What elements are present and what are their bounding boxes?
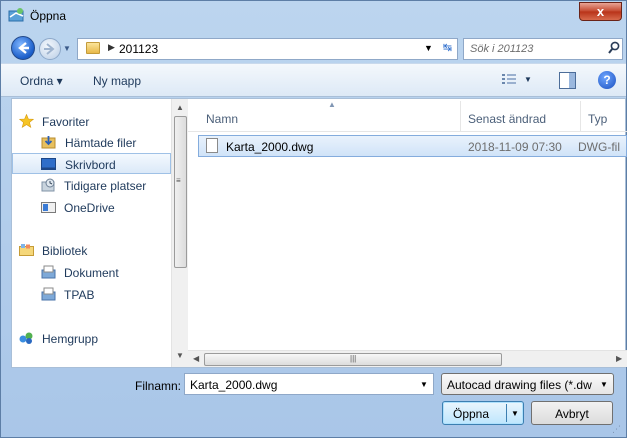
table-row[interactable]: Karta_2000.dwg 2018-11-09 07:30 DWG-fil	[198, 135, 627, 157]
back-arrow-icon	[18, 42, 29, 54]
column-header: ▲ Namn Senast ändrad Typ	[188, 99, 627, 132]
command-bar: Ordna ▾ Ny mapp ▼ ?	[1, 63, 626, 97]
open-label: Öppna	[453, 407, 490, 421]
sidebar-scrollbar[interactable]: ▲ ≡ ▼	[171, 99, 188, 367]
chevron-right-icon[interactable]: ▶	[108, 42, 115, 53]
documents-icon	[41, 265, 56, 279]
sidebar-item-tidigare-platser[interactable]: Tidigare platser	[12, 175, 171, 196]
column-divider[interactable]	[580, 101, 581, 131]
tpab-icon	[41, 287, 56, 301]
help-icon[interactable]: ?	[598, 71, 616, 89]
open-file-dialog: Öppna x ▼ ▶ 201123 ▼ ↹ Sök i 201123 Ordn…	[0, 0, 627, 438]
column-divider[interactable]	[460, 101, 461, 131]
address-path[interactable]: 201123	[119, 42, 158, 56]
scroll-right-icon[interactable]: ▶	[616, 354, 622, 363]
sidebar-item-hemgrupp[interactable]: Hemgrupp	[12, 328, 171, 349]
scroll-up-icon[interactable]: ▲	[176, 103, 184, 112]
scroll-left-icon[interactable]: ◀	[193, 354, 199, 363]
filename-value[interactable]: Karta_2000.dwg	[190, 378, 277, 392]
column-name[interactable]: Namn	[206, 112, 238, 126]
scrollbar-thumb[interactable]	[174, 116, 187, 268]
open-button[interactable]: Öppna ▼	[442, 401, 524, 425]
file-modified: 2018-11-09 07:30	[468, 140, 562, 154]
open-options-dropdown-icon[interactable]: ▼	[511, 409, 519, 418]
grip-icon: |||	[350, 354, 357, 363]
close-button[interactable]: x	[579, 2, 622, 21]
change-view-button[interactable]: ▼	[502, 72, 536, 90]
onedrive-icon	[41, 202, 56, 213]
app-icon	[8, 8, 24, 22]
address-bar[interactable]: ▶ 201123 ▼ ↹	[77, 38, 458, 60]
split-divider	[506, 404, 507, 422]
chevron-down-icon[interactable]: ▼	[600, 380, 608, 389]
refresh-icon[interactable]: ↹	[439, 41, 456, 57]
chevron-down-icon: ▼	[524, 75, 532, 84]
sidebar-item-skrivbord[interactable]: Skrivbord	[12, 153, 171, 174]
window-title: Öppna	[30, 9, 67, 23]
scroll-down-icon[interactable]: ▼	[176, 351, 184, 360]
folder-icon	[86, 42, 100, 54]
cancel-label: Avbryt	[555, 407, 589, 421]
search-input[interactable]: Sök i 201123	[470, 43, 533, 55]
back-button[interactable]	[11, 36, 35, 60]
recent-places-icon	[41, 178, 55, 192]
sidebar-item-favoriter[interactable]: Favoriter	[12, 111, 171, 132]
search-icon[interactable]	[608, 41, 621, 55]
column-type[interactable]: Typ	[588, 112, 607, 126]
sidebar-item-label: Favoriter	[42, 115, 90, 129]
resize-grip-icon[interactable]: ⋰	[612, 424, 621, 435]
title-bar: Öppna x	[1, 1, 626, 31]
homegroup-icon	[19, 332, 33, 344]
sidebar-item-onedrive[interactable]: OneDrive	[12, 197, 171, 218]
sidebar-item-label: Skrivbord	[65, 158, 116, 172]
forward-arrow-icon	[44, 43, 55, 55]
sidebar-item-label: OneDrive	[64, 201, 115, 215]
horizontal-scrollbar[interactable]: ◀ ||| ▶	[188, 350, 627, 367]
sidebar-item-tpab[interactable]: TPAB	[12, 284, 171, 305]
sidebar-item-label: Hemgrupp	[42, 332, 99, 346]
view-list-icon	[502, 74, 516, 84]
downloads-icon	[41, 136, 56, 149]
sidebar-item-bibliotek[interactable]: Bibliotek	[12, 240, 171, 261]
sidebar-item-hamtade-filer[interactable]: Hämtade filer	[12, 132, 171, 153]
library-icon	[19, 244, 34, 256]
file-list: ▲ Namn Senast ändrad Typ Karta_2000.dwg …	[188, 99, 627, 367]
preview-pane-button[interactable]	[559, 72, 576, 89]
column-modified[interactable]: Senast ändrad	[468, 112, 546, 126]
sidebar-item-label: Dokument	[64, 266, 119, 280]
cancel-button[interactable]: Avbryt	[531, 401, 613, 425]
navigation-bar: ▼ ▶ 201123 ▼ ↹ Sök i 201123	[1, 31, 626, 63]
sidebar-item-label: TPAB	[64, 288, 95, 302]
file-type-filter[interactable]: Autocad drawing files (*.dw ▼	[441, 373, 614, 395]
content-area: Favoriter Hämtade filer Skrivbord Tidiga…	[11, 98, 627, 368]
navigation-pane: Favoriter Hämtade filer Skrivbord Tidiga…	[12, 99, 188, 367]
star-icon	[19, 114, 34, 128]
forward-button[interactable]	[39, 38, 61, 60]
desktop-icon	[41, 158, 56, 170]
address-dropdown-icon[interactable]: ▼	[424, 43, 433, 53]
filename-field[interactable]: Karta_2000.dwg ▼	[184, 373, 434, 395]
organize-button[interactable]: Ordna ▾	[20, 74, 63, 88]
sidebar-item-label: Tidigare platser	[64, 179, 147, 193]
chevron-down-icon[interactable]: ▼	[420, 380, 428, 389]
scrollbar-thumb[interactable]: |||	[204, 353, 502, 366]
sidebar-item-label: Hämtade filer	[65, 136, 137, 150]
sidebar-item-dokument[interactable]: Dokument	[12, 262, 171, 283]
search-box[interactable]: Sök i 201123	[463, 38, 623, 60]
file-name[interactable]: Karta_2000.dwg	[226, 140, 313, 154]
grip-icon: ≡	[176, 176, 181, 185]
file-type: DWG-fil	[578, 140, 620, 154]
sort-ascending-icon: ▲	[328, 100, 336, 109]
filename-label: Filnamn:	[135, 379, 182, 393]
new-folder-button[interactable]: Ny mapp	[93, 74, 141, 88]
file-icon	[206, 138, 218, 153]
filter-value: Autocad drawing files (*.dw	[447, 378, 592, 392]
history-dropdown-icon[interactable]: ▼	[63, 44, 71, 53]
sidebar-item-label: Bibliotek	[42, 244, 88, 258]
